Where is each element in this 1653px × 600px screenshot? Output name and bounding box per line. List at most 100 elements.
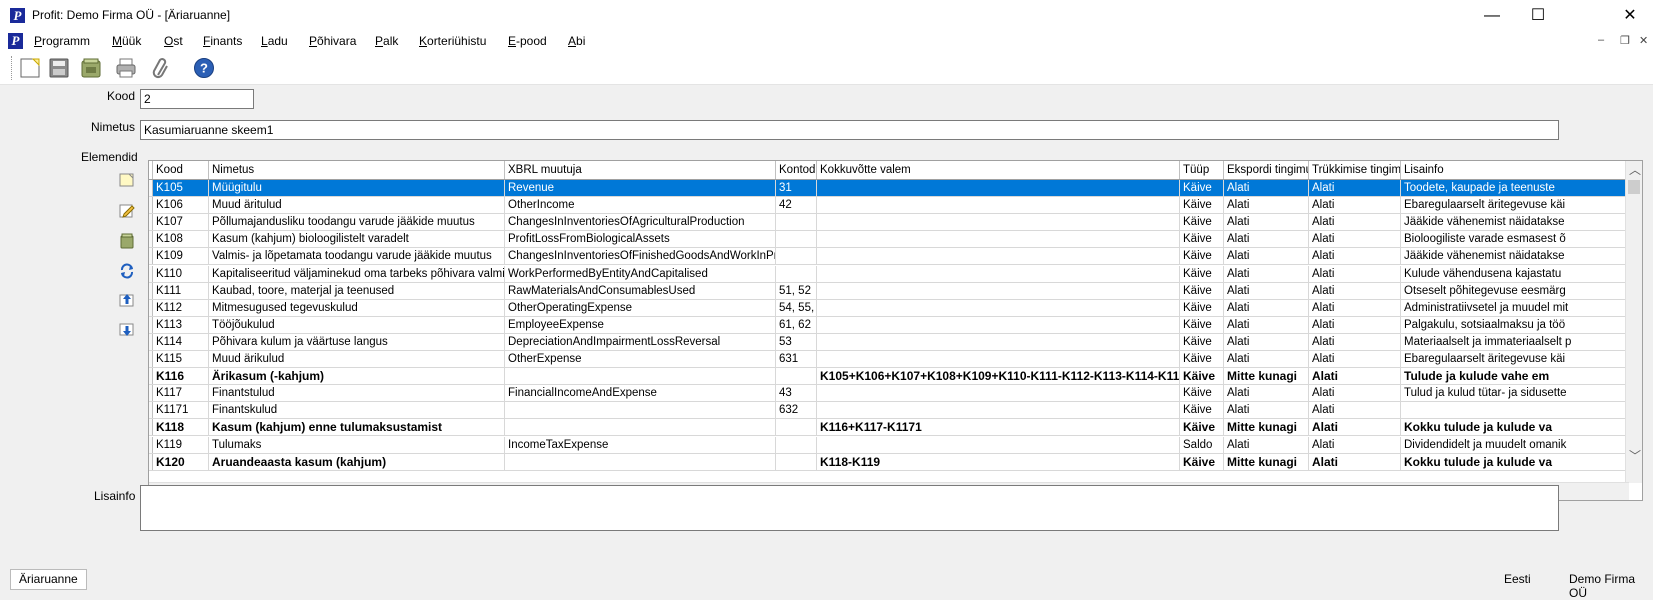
menu-pohivara[interactable]: Põhivara: [309, 34, 356, 48]
column-header-xbrl[interactable]: XBRL muutuja: [505, 161, 776, 179]
kood-field[interactable]: 2: [140, 89, 254, 109]
cell-valem[interactable]: [817, 351, 1180, 367]
cell-kood[interactable]: K111: [153, 282, 209, 299]
cell-ekspordi[interactable]: Alati: [1224, 385, 1309, 402]
cell-lisainfo[interactable]: Jääkide vähenemist näidatakse: [1401, 214, 1629, 231]
cell-lisainfo[interactable]: Ebaregulaarselt äritegevuse käi: [1401, 197, 1629, 214]
cell-xbrl[interactable]: OtherIncome: [505, 197, 776, 214]
cell-tyyp[interactable]: Käive: [1180, 265, 1224, 282]
cell-tyyp[interactable]: Käive: [1180, 419, 1224, 436]
cell-nimetus[interactable]: Aruandeaasta kasum (kahjum): [209, 453, 505, 470]
cell-valem[interactable]: [817, 180, 1180, 196]
cell-kood[interactable]: K117: [153, 385, 209, 402]
cell-valem[interactable]: [817, 265, 1180, 282]
cell-lisainfo[interactable]: Tulude ja kulude vahe em: [1401, 368, 1629, 385]
menu-epood[interactable]: E-pood: [508, 34, 547, 48]
cell-trukkimise[interactable]: Alati: [1309, 368, 1401, 385]
cell-xbrl[interactable]: [505, 368, 776, 385]
cell-nimetus[interactable]: Kasum (kahjum) bioloogilistelt varadelt: [209, 231, 505, 248]
table-row[interactable]: K1171 Finantskulud 632 Käive Alati Alati: [149, 402, 1629, 420]
cell-xbrl[interactable]: ProfitLossFromBiologicalAssets: [505, 231, 776, 248]
cell-ekspordi[interactable]: Alati: [1224, 299, 1309, 316]
cell-trukkimise[interactable]: Alati: [1309, 436, 1401, 453]
cell-kontod[interactable]: 53: [776, 333, 817, 350]
help-icon[interactable]: ?: [191, 55, 217, 81]
cell-xbrl[interactable]: EmployeeExpense: [505, 316, 776, 333]
cell-nimetus[interactable]: Muud ärikulud: [209, 351, 505, 367]
cell-xbrl[interactable]: OtherExpense: [505, 351, 776, 367]
toolbar-grip[interactable]: [11, 56, 14, 80]
cell-kood[interactable]: K116: [153, 368, 209, 385]
cell-tyyp[interactable]: Käive: [1180, 385, 1224, 402]
cell-valem[interactable]: K116+K117-K1171: [817, 419, 1180, 436]
column-header-nimetus[interactable]: Nimetus: [209, 161, 505, 179]
vertical-scrollbar[interactable]: ︿ ﹀: [1625, 161, 1642, 483]
elements-grid[interactable]: Kood Nimetus XBRL muutuja Kontod Kokkuvõ…: [148, 160, 1643, 501]
cell-nimetus[interactable]: Põllumajandusliku toodangu varude jääkid…: [209, 214, 505, 231]
cell-kood[interactable]: K113: [153, 316, 209, 333]
mdi-minimize-button[interactable]: –: [1598, 34, 1604, 46]
column-header-tyyp[interactable]: Tüüp: [1180, 161, 1224, 179]
cell-xbrl[interactable]: WorkPerformedByEntityAndCapitalised: [505, 265, 776, 282]
cell-kood[interactable]: K107: [153, 214, 209, 231]
table-row[interactable]: K112 Mitmesugused tegevuskulud OtherOperat…: [149, 299, 1629, 317]
cell-ekspordi[interactable]: Alati: [1224, 248, 1309, 265]
cell-tyyp[interactable]: Käive: [1180, 180, 1224, 196]
cell-lisainfo[interactable]: Kokku tulude ja kulude va: [1401, 419, 1629, 436]
cell-ekspordi[interactable]: Alati: [1224, 351, 1309, 367]
cell-kood[interactable]: K112: [153, 299, 209, 316]
app-menu-logo-icon[interactable]: P: [8, 33, 23, 49]
cell-valem[interactable]: [817, 436, 1180, 453]
cell-tyyp[interactable]: Käive: [1180, 282, 1224, 299]
cell-tyyp[interactable]: Käive: [1180, 299, 1224, 316]
cell-nimetus[interactable]: Kaubad, toore, materjal ja teenused: [209, 282, 505, 299]
cell-kontod[interactable]: 51, 52: [776, 282, 817, 299]
scroll-up-arrow-icon[interactable]: ︿: [1629, 162, 1641, 178]
cell-trukkimise[interactable]: Alati: [1309, 419, 1401, 436]
cell-kontod[interactable]: 61, 62: [776, 316, 817, 333]
cell-tyyp[interactable]: Käive: [1180, 248, 1224, 265]
column-header-lisainfo[interactable]: Lisainfo: [1401, 161, 1629, 179]
cell-valem[interactable]: [817, 197, 1180, 214]
cell-lisainfo[interactable]: Ebaregulaarselt äritegevuse käi: [1401, 351, 1629, 367]
cell-kood[interactable]: K109: [153, 248, 209, 265]
cell-xbrl[interactable]: [505, 402, 776, 419]
cell-tyyp[interactable]: Käive: [1180, 231, 1224, 248]
menu-programm[interactable]: Programm: [34, 34, 90, 48]
cell-trukkimise[interactable]: Alati: [1309, 333, 1401, 350]
cell-kontod[interactable]: 631: [776, 351, 817, 367]
cell-valem[interactable]: [817, 214, 1180, 231]
save-icon[interactable]: [46, 55, 72, 81]
cell-valem[interactable]: K118-K119: [817, 453, 1180, 470]
new-icon[interactable]: [17, 55, 43, 81]
cell-kontod[interactable]: [776, 214, 817, 231]
scroll-down-arrow-icon[interactable]: ﹀: [1629, 448, 1641, 464]
add-row-icon[interactable]: [118, 171, 136, 189]
cell-lisainfo[interactable]: Kokku tulude ja kulude va: [1401, 453, 1629, 470]
lisainfo-field[interactable]: [140, 485, 1559, 531]
cell-nimetus[interactable]: Mitmesugused tegevuskulud: [209, 299, 505, 316]
cell-ekspordi[interactable]: Alati: [1224, 214, 1309, 231]
cell-xbrl[interactable]: [505, 453, 776, 470]
cell-nimetus[interactable]: Muud äritulud: [209, 197, 505, 214]
cell-kood[interactable]: K118: [153, 419, 209, 436]
cell-ekspordi[interactable]: Alati: [1224, 436, 1309, 453]
cell-tyyp[interactable]: Käive: [1180, 368, 1224, 385]
table-row[interactable]: K118 Kasum (kahjum) enne tulumaksustamist…: [149, 419, 1629, 437]
cell-ekspordi[interactable]: Alati: [1224, 197, 1309, 214]
cell-xbrl[interactable]: ChangesInInventoriesOfAgriculturalProduc…: [505, 214, 776, 231]
cell-lisainfo[interactable]: Palgakulu, sotsiaalmaksu ja töö: [1401, 316, 1629, 333]
cell-xbrl[interactable]: FinancialIncomeAndExpense: [505, 385, 776, 402]
table-row[interactable]: K110 Kapitaliseeritud väljaminekud oma ta…: [149, 265, 1629, 283]
cell-tyyp[interactable]: Käive: [1180, 316, 1224, 333]
cell-nimetus[interactable]: Tulumaks: [209, 436, 505, 453]
refresh-icon[interactable]: [118, 262, 136, 280]
move-down-icon[interactable]: [118, 321, 136, 339]
cell-kood[interactable]: K1171: [153, 402, 209, 419]
cell-valem[interactable]: [817, 248, 1180, 265]
attach-icon[interactable]: [148, 55, 174, 81]
mdi-close-button[interactable]: ✕: [1639, 34, 1648, 47]
cell-nimetus[interactable]: Tööjõukulud: [209, 316, 505, 333]
table-row[interactable]: K113 Tööjõukulud EmployeeExpense 61, 62 Käiv…: [149, 316, 1629, 334]
cell-xbrl[interactable]: OtherOperatingExpense: [505, 299, 776, 316]
